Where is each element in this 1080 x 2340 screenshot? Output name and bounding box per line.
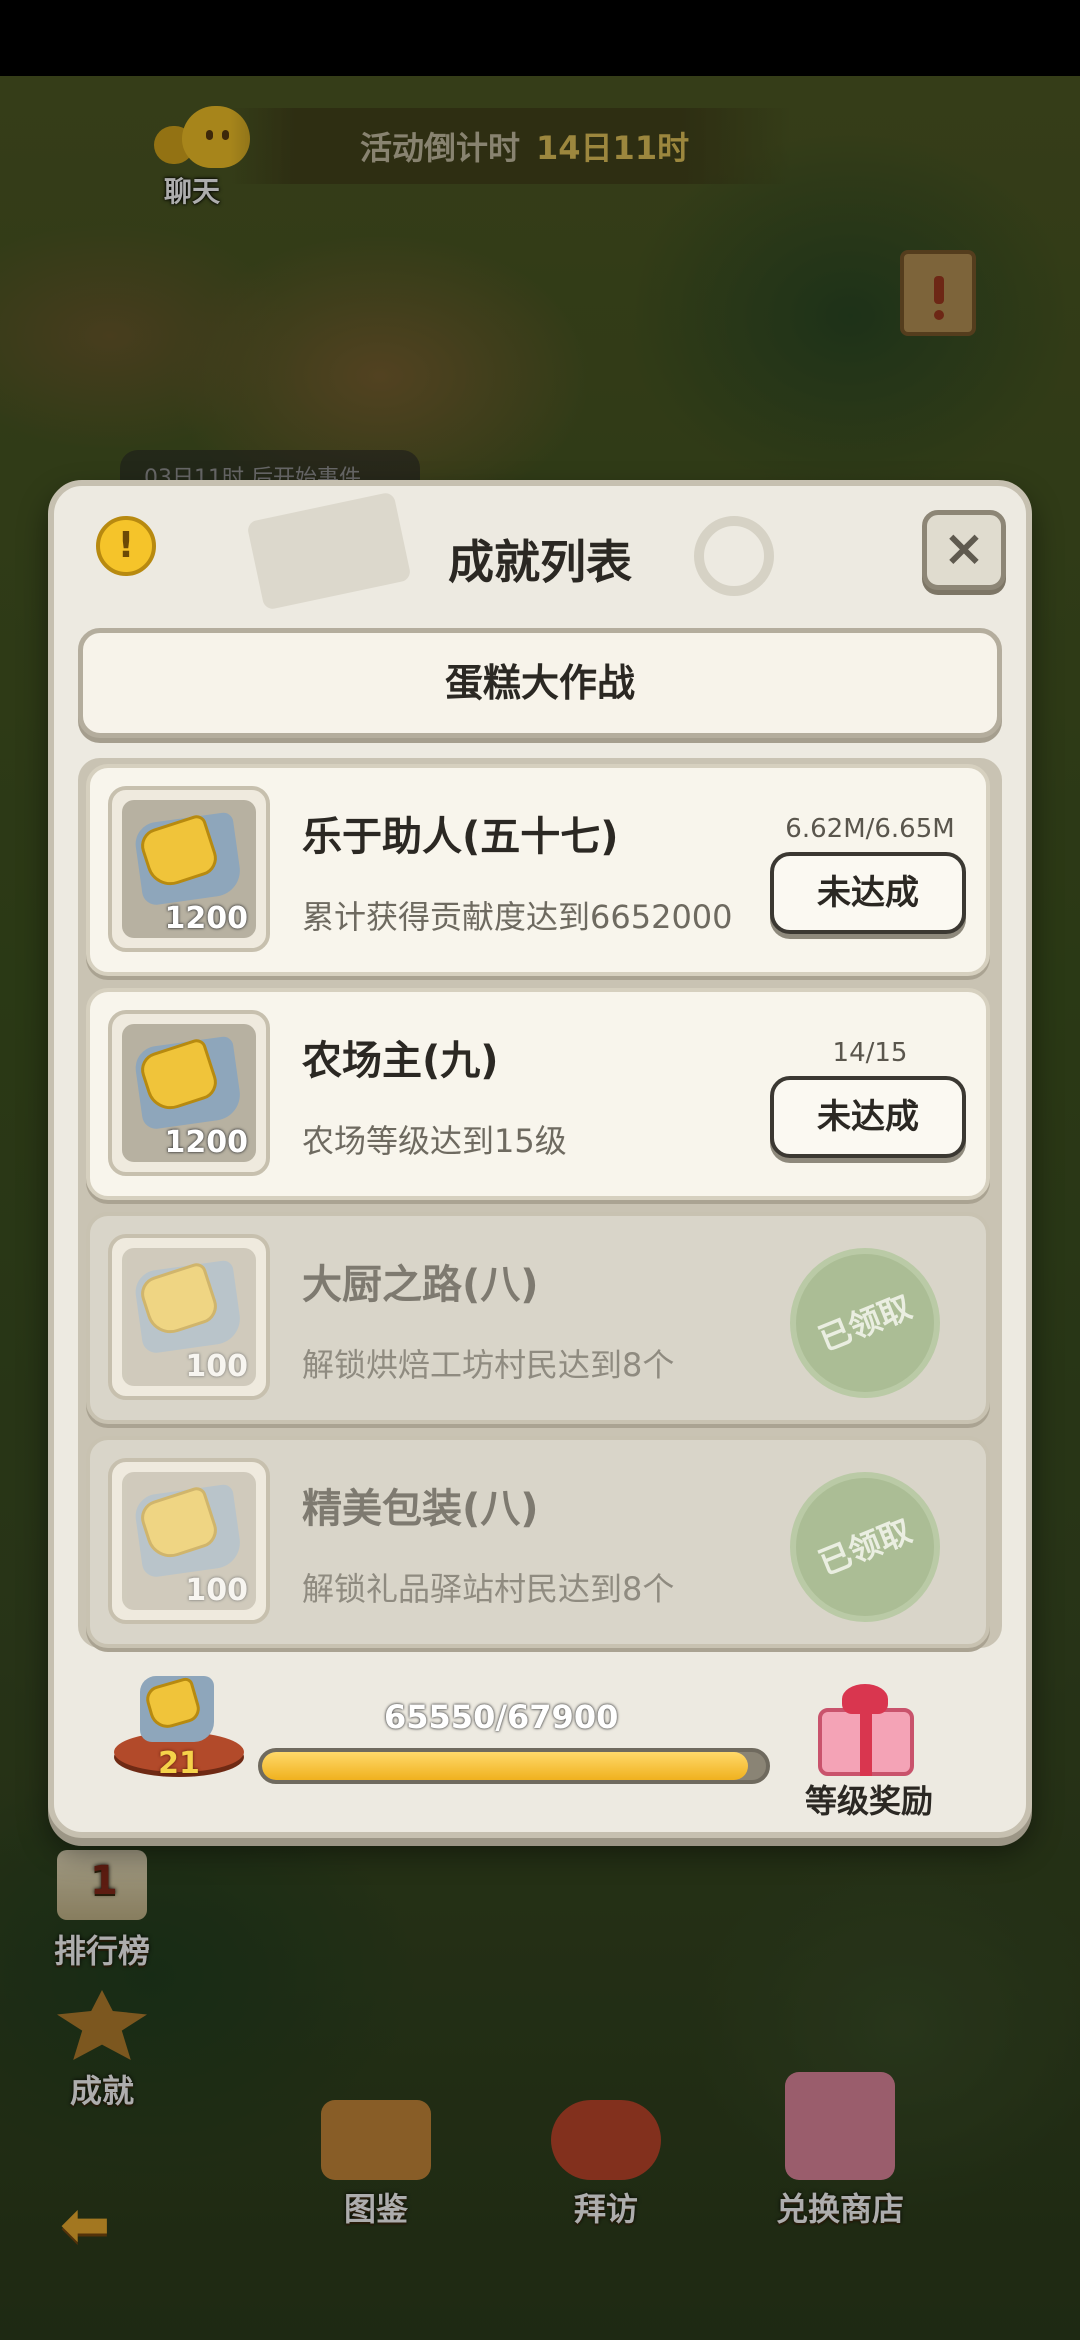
achievement-reward: 1200: [164, 1125, 249, 1160]
close-icon: ×: [943, 519, 985, 577]
achievement-item: 1200 乐于助人(五十七) 累计获得贡献度达到6652000 6.62M/6.…: [86, 764, 990, 976]
status-button[interactable]: 未达成: [770, 852, 966, 934]
achievement-icon-frame: 100: [108, 1458, 270, 1624]
achievement-name: 大厨之路(八): [302, 1262, 539, 1308]
status-button[interactable]: 未达成: [770, 1076, 966, 1158]
achievement-desc: 累计获得贡献度达到6652000: [302, 898, 733, 936]
achievement-level: 21: [158, 1746, 200, 1781]
xp-progress-bar: [258, 1748, 770, 1784]
achievement-desc: 解锁礼品驿站村民达到8个: [302, 1570, 675, 1608]
achievement-name: 精美包装(八): [302, 1486, 539, 1532]
status-bar: [0, 0, 1080, 76]
achievement-icon-frame: 1200: [108, 1010, 270, 1176]
achievement-desc: 解锁烘焙工坊村民达到8个: [302, 1346, 675, 1384]
close-button[interactable]: ×: [922, 510, 1006, 590]
achievement-item: 100 大厨之路(八) 解锁烘焙工坊村民达到8个 已领取: [86, 1212, 990, 1424]
achievement-desc: 农场等级达到15级: [302, 1122, 567, 1160]
achievement-item: 1200 农场主(九) 农场等级达到15级 14/15 未达成: [86, 988, 990, 1200]
xp-progress-text: 65550/67900: [384, 1698, 619, 1736]
level-reward-button[interactable]: [808, 1678, 918, 1778]
xp-progress-fill: [262, 1752, 749, 1780]
gift-bow: [842, 1684, 888, 1714]
achievement-item: 100 精美包装(八) 解锁礼品驿站村民达到8个 已领取: [86, 1436, 990, 1648]
dialog-title: 成就列表: [448, 535, 632, 589]
claimed-stamp: 已领取: [767, 1449, 963, 1645]
achievement-icon-frame: 100: [108, 1234, 270, 1400]
category-tab[interactable]: 蛋糕大作战: [78, 628, 1002, 738]
achievement-reward: 1200: [164, 901, 249, 936]
achievement-reward: 100: [185, 1349, 248, 1384]
achievement-list[interactable]: 1200 乐于助人(五十七) 累计获得贡献度达到6652000 6.62M/6.…: [78, 758, 1002, 1648]
achievement-icon-frame: 1200: [108, 786, 270, 952]
level-reward-label[interactable]: 等级奖励: [784, 1776, 954, 1822]
achievement-progress: 14/15: [832, 1038, 908, 1068]
claimed-stamp: 已领取: [767, 1225, 963, 1421]
gift-ribbon: [860, 1708, 872, 1776]
achievement-level-badge: 21: [114, 1675, 244, 1786]
achievement-progress: 6.62M/6.65M: [785, 814, 955, 844]
achievement-dialog: ! 成就列表 × 蛋糕大作战 1200 乐于助人(五十七) 累计获得贡献度达到6…: [48, 480, 1032, 1838]
achievement-name: 乐于助人(五十七): [302, 814, 619, 860]
achievement-name: 农场主(九): [302, 1038, 499, 1084]
achievement-reward: 100: [185, 1573, 248, 1608]
